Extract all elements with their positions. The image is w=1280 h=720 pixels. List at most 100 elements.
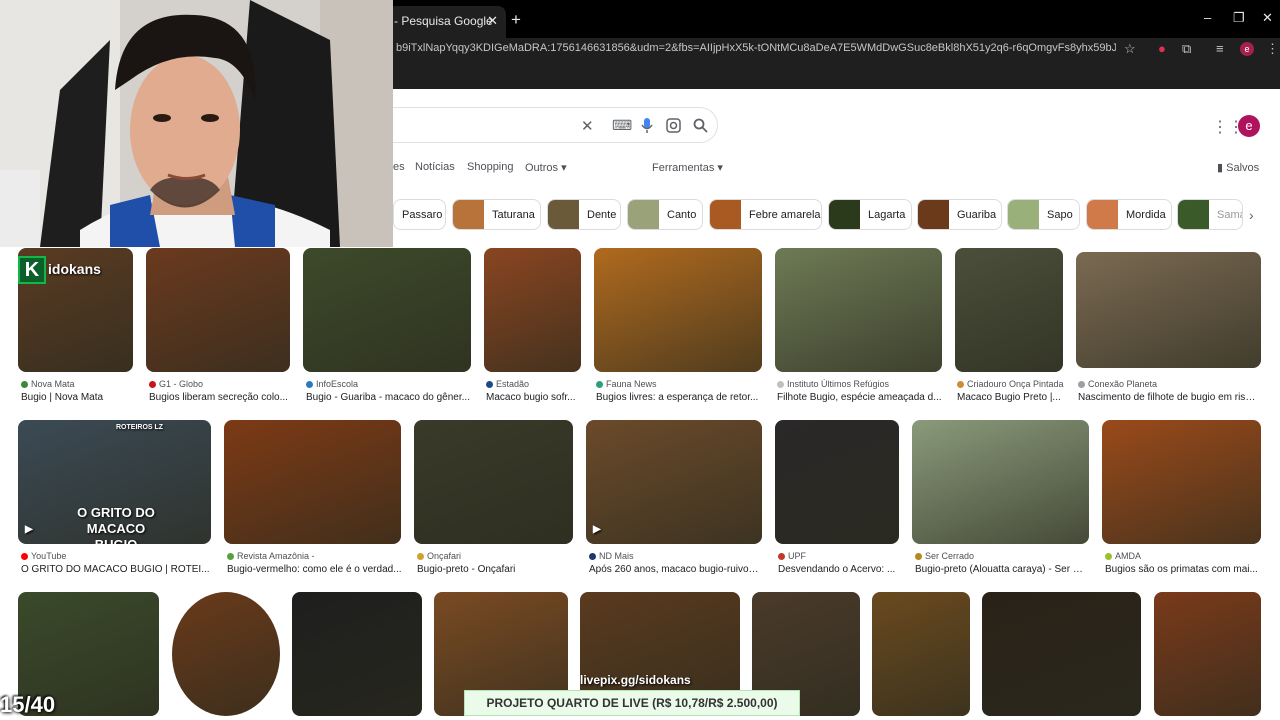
result-source-1[interactable]: Nova Mata bbox=[21, 379, 131, 389]
chip-mordida[interactable]: Mordida bbox=[1086, 199, 1172, 230]
keyboard-icon[interactable]: ⌨ bbox=[612, 117, 632, 134]
result-title-4[interactable]: Macaco bugio sofr... bbox=[486, 392, 581, 403]
chip-sapo[interactable]: Sapo bbox=[1007, 199, 1080, 230]
result-image-23[interactable] bbox=[982, 592, 1141, 716]
result-source-5[interactable]: Fauna News bbox=[596, 379, 761, 389]
extension-icon[interactable]: ● bbox=[1158, 41, 1166, 56]
url-text[interactable]: b9iTxlNapYqqy3KDIGeMaDRA:1756146631856&u… bbox=[396, 42, 1116, 54]
chip-taturana[interactable]: Taturana bbox=[452, 199, 541, 230]
restore-button[interactable]: ❐ bbox=[1233, 10, 1245, 26]
window-close-button[interactable]: ✕ bbox=[1262, 10, 1273, 26]
result-source-14[interactable]: Ser Cerrado bbox=[915, 551, 1085, 561]
result-image-3[interactable] bbox=[303, 248, 471, 372]
result-image-15[interactable] bbox=[1102, 420, 1261, 544]
chip-canto[interactable]: Canto bbox=[627, 199, 703, 230]
search-icon[interactable] bbox=[693, 118, 708, 133]
browser-tab[interactable]: - Pesquisa Google ✕ bbox=[388, 6, 506, 38]
result-image-9[interactable]: ROTEIROS LZ O GRITO DO MACACO BUGIO ▶ bbox=[18, 420, 211, 544]
chip-thumbnail bbox=[918, 200, 949, 229]
result-title-12[interactable]: Após 260 anos, macaco bugio-ruivo r... bbox=[589, 564, 761, 575]
screen: - Pesquisa Google ✕ + – ❐ ✕ b9iTxlNapYqq… bbox=[0, 0, 1280, 720]
user-avatar[interactable]: e bbox=[1238, 115, 1260, 137]
puzzle-icon[interactable]: ⧉ bbox=[1182, 41, 1191, 57]
result-title-13[interactable]: Desvendando o Acervo: ... bbox=[778, 564, 898, 575]
thumbnail-caption-small: ROTEIROS LZ bbox=[116, 424, 164, 431]
chip-thumbnail bbox=[1008, 200, 1039, 229]
result-image-14[interactable] bbox=[912, 420, 1089, 544]
tab-news[interactable]: Notícias bbox=[415, 161, 455, 173]
result-image-18[interactable] bbox=[292, 592, 422, 716]
chip-guariba[interactable]: Guariba bbox=[917, 199, 1002, 230]
lens-icon[interactable] bbox=[666, 118, 681, 133]
chip-next-arrow-icon[interactable]: › bbox=[1249, 207, 1254, 223]
result-source-4[interactable]: Estadão bbox=[486, 379, 581, 389]
result-image-24[interactable] bbox=[1154, 592, 1261, 716]
result-source-6[interactable]: Instituto Últimos Refúgios bbox=[777, 379, 942, 389]
chip-sama[interactable]: Sama bbox=[1177, 199, 1243, 230]
chip-lagarta[interactable]: Lagarta bbox=[828, 199, 912, 230]
star-icon[interactable]: ☆ bbox=[1124, 41, 1136, 57]
result-image-22[interactable] bbox=[872, 592, 970, 716]
result-title-2[interactable]: Bugios liberam secreção colo... bbox=[149, 392, 289, 403]
favicon-icon bbox=[777, 381, 784, 388]
new-tab-button[interactable]: + bbox=[511, 10, 521, 30]
result-image-11[interactable] bbox=[414, 420, 573, 544]
result-title-5[interactable]: Bugios livres: a esperança de retor... bbox=[596, 392, 761, 403]
chip-label: Mordida bbox=[1126, 209, 1166, 221]
chip-dente[interactable]: Dente bbox=[547, 199, 621, 230]
result-source-9[interactable]: YouTube bbox=[21, 551, 211, 561]
saved-button[interactable]: ▮ Salvos bbox=[1217, 161, 1259, 174]
microphone-icon[interactable] bbox=[641, 118, 653, 134]
result-title-10[interactable]: Bugio-vermelho: como ele é o verdad... bbox=[227, 564, 402, 575]
tab-images[interactable]: es bbox=[393, 161, 405, 173]
tab-close-icon[interactable]: ✕ bbox=[487, 13, 498, 29]
result-source-8[interactable]: Conexão Planeta bbox=[1078, 379, 1258, 389]
chip-label: Dente bbox=[587, 209, 617, 221]
result-image-6[interactable] bbox=[775, 248, 942, 372]
result-source-12[interactable]: ND Mais bbox=[589, 551, 759, 561]
profile-avatar[interactable]: e bbox=[1240, 42, 1254, 56]
result-image-10[interactable] bbox=[224, 420, 401, 544]
result-image-5[interactable] bbox=[594, 248, 762, 372]
result-image-8[interactable] bbox=[1076, 252, 1261, 368]
result-image-4[interactable] bbox=[484, 248, 581, 372]
result-image-2[interactable] bbox=[146, 248, 290, 372]
favicon-icon bbox=[227, 553, 234, 560]
search-box[interactable]: ✕ ⌨ bbox=[393, 107, 718, 143]
result-source-11[interactable]: Onçafari bbox=[417, 551, 572, 561]
result-title-7[interactable]: Macaco Bugio Preto |... bbox=[957, 392, 1065, 403]
chip-thumbnail bbox=[829, 200, 860, 229]
result-image-12[interactable]: ▶ bbox=[586, 420, 762, 544]
chip-febre-amarela[interactable]: Febre amarela bbox=[709, 199, 822, 230]
bookmark-icon: ▮ bbox=[1217, 162, 1227, 174]
kidokans-text: idokans bbox=[48, 261, 101, 277]
result-title-1[interactable]: Bugio | Nova Mata bbox=[21, 392, 131, 403]
media-icon[interactable]: ≡ bbox=[1216, 41, 1224, 56]
result-title-6[interactable]: Filhote Bugio, espécie ameaçada d... bbox=[777, 392, 942, 403]
clear-icon[interactable]: ✕ bbox=[581, 117, 594, 135]
result-title-11[interactable]: Bugio-preto - Onçafari bbox=[417, 564, 572, 575]
result-source-13[interactable]: UPF bbox=[778, 551, 898, 561]
streamer-video bbox=[0, 0, 393, 247]
result-title-14[interactable]: Bugio-preto (Alouatta caraya) - Ser C... bbox=[915, 564, 1087, 575]
tab-shopping[interactable]: Shopping bbox=[467, 161, 514, 173]
favicon-icon bbox=[21, 381, 28, 388]
result-source-2[interactable]: G1 - Globo bbox=[149, 379, 289, 389]
result-title-8[interactable]: Nascimento de filhote de bugio em risc..… bbox=[1078, 392, 1258, 403]
result-title-15[interactable]: Bugios são os primatas com mai... bbox=[1105, 564, 1260, 575]
menu-icon[interactable]: ⋮ bbox=[1266, 41, 1279, 57]
result-image-17[interactable] bbox=[172, 592, 280, 716]
result-title-3[interactable]: Bugio - Guariba - macaco do gêner... bbox=[306, 392, 471, 403]
kidokans-logo: K bbox=[18, 256, 46, 284]
chip-passaro[interactable]: Passaro bbox=[393, 199, 446, 230]
tab-more[interactable]: Outros ▾ bbox=[525, 161, 567, 174]
result-source-3[interactable]: InfoEscola bbox=[306, 379, 466, 389]
result-image-13[interactable] bbox=[775, 420, 899, 544]
tools-button[interactable]: Ferramentas ▾ bbox=[652, 161, 723, 174]
minimize-button[interactable]: – bbox=[1204, 10, 1211, 25]
result-title-9[interactable]: O GRITO DO MACACO BUGIO | ROTEI... bbox=[21, 564, 211, 575]
result-image-7[interactable] bbox=[955, 248, 1063, 372]
result-source-7[interactable]: Criadouro Onça Pintada bbox=[957, 379, 1067, 389]
result-source-10[interactable]: Revista Amazônia - bbox=[227, 551, 402, 561]
result-source-15[interactable]: AMDA bbox=[1105, 551, 1260, 561]
